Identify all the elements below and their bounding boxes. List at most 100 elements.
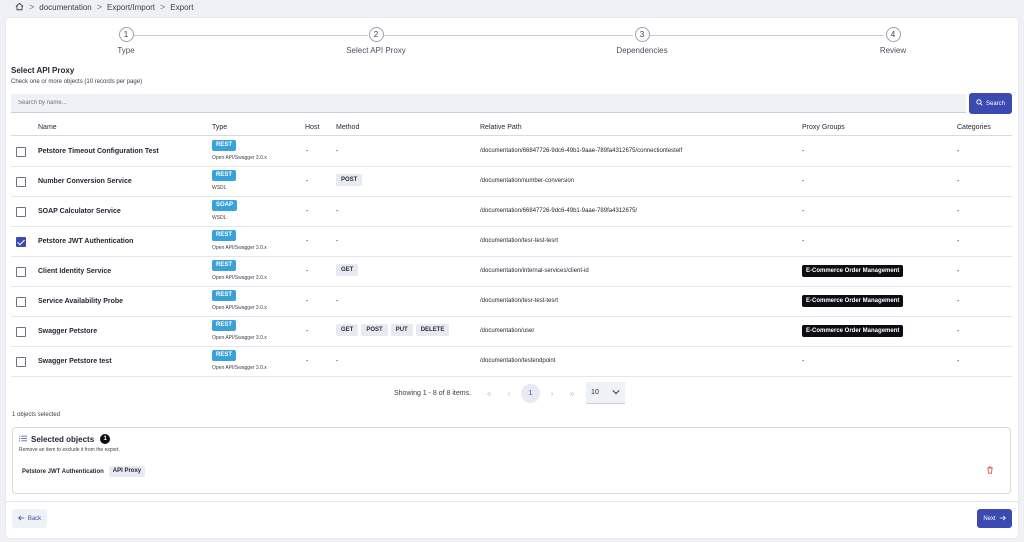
proxy-group-empty: - — [802, 148, 805, 155]
host-value: - — [306, 238, 309, 245]
category-value: - — [957, 298, 960, 305]
type-subtitle: Open API/Swagger 3.0.x — [212, 335, 267, 341]
step-label: Dependencies — [616, 46, 668, 55]
type-subtitle: Open API/Swagger 3.0.x — [212, 155, 267, 161]
method-badge: POST — [361, 324, 388, 336]
row-checkbox[interactable] — [16, 147, 26, 157]
step-review[interactable]: 4 Review — [833, 27, 953, 55]
type-subtitle: Open API/Swagger 3.0.x — [212, 275, 267, 281]
next-button[interactable]: Next — [977, 509, 1012, 528]
table-row[interactable]: Swagger Petstore test REST Open API/Swagge… — [11, 347, 1012, 377]
selected-object-item: Petstore JWT Authentication API Proxy — [22, 466, 146, 477]
proxy-group-badge: E-Commerce Order Management — [802, 265, 904, 277]
type-badge: REST — [212, 320, 237, 331]
type-badge: REST — [212, 350, 237, 361]
type-subtitle: Open API/Swagger 3.0.x — [212, 365, 267, 371]
table-row[interactable]: Swagger Petstore REST Open API/Swagger 3.0… — [11, 317, 1012, 347]
step-select-api-proxy[interactable]: 2 Select API Proxy — [316, 27, 436, 55]
method-empty: - — [336, 208, 339, 215]
category-value: - — [957, 328, 960, 335]
last-page-icon[interactable]: » — [562, 389, 582, 398]
back-button-label: Back — [27, 515, 42, 522]
proxy-group-empty: - — [802, 208, 805, 215]
home-icon[interactable] — [15, 2, 24, 13]
step-label: Select API Proxy — [346, 46, 406, 55]
section-subtitle: Check one or more objects (10 records pe… — [11, 79, 143, 85]
first-page-icon[interactable]: « — [479, 389, 499, 398]
category-value: - — [957, 148, 960, 155]
method-badge: POST — [336, 174, 363, 186]
type-badge: REST — [212, 140, 237, 151]
step-number: 3 — [634, 27, 650, 42]
step-dependencies[interactable]: 3 Dependencies — [582, 27, 702, 55]
step-number: 2 — [368, 27, 384, 42]
host-value: - — [306, 178, 309, 185]
row-checkbox[interactable] — [16, 207, 26, 217]
selected-objects-header: Selected objects 1 — [19, 434, 111, 444]
proxy-group-badge: E-Commerce Order Management — [802, 325, 904, 337]
column-header-categories[interactable]: Categories — [957, 124, 991, 131]
type-subtitle: WSDL — [212, 185, 227, 191]
api-proxy-name: Service Availability Probe — [38, 298, 124, 305]
method-badge: PUT — [390, 324, 413, 336]
chevron-down-icon — [612, 389, 620, 397]
host-value: - — [306, 298, 309, 305]
search-button-label: Search — [985, 100, 1005, 107]
host-value: - — [306, 328, 309, 335]
host-value: - — [306, 358, 309, 365]
column-header-proxy-groups[interactable]: Proxy Groups — [802, 124, 845, 131]
breadcrumb-item-export-import[interactable]: Export/Import — [107, 3, 155, 12]
proxy-group-empty: - — [802, 358, 805, 365]
relative-path: /documentation/internal-services/client-… — [480, 268, 589, 274]
column-header-method[interactable]: Method — [336, 124, 359, 131]
method-empty: - — [336, 238, 339, 245]
row-checkbox[interactable] — [16, 267, 26, 277]
table-row[interactable]: Petstore JWT Authentication REST Open API/… — [11, 227, 1012, 257]
column-header-type[interactable]: Type — [212, 124, 227, 131]
proxy-group-empty: - — [802, 238, 805, 245]
step-number: 4 — [885, 27, 901, 42]
row-checkbox[interactable] — [16, 357, 26, 367]
arrow-right-icon — [999, 515, 1006, 523]
previous-page-icon[interactable]: ‹ — [499, 389, 519, 398]
column-header-relative-path[interactable]: Relative Path — [480, 124, 522, 131]
breadcrumb-separator: > — [160, 2, 166, 12]
page-size-select[interactable]: 10 — [586, 382, 626, 404]
table-row[interactable]: Petstore Timeout Configuration Test REST O… — [11, 137, 1012, 167]
table-row[interactable]: Service Availability Probe REST Open API/S… — [11, 287, 1012, 317]
row-checkbox[interactable] — [16, 327, 26, 337]
api-proxy-name: Number Conversion Service — [38, 178, 132, 185]
trash-icon[interactable] — [986, 466, 994, 476]
method-empty: - — [336, 298, 339, 305]
search-button[interactable]: Search — [969, 93, 1012, 114]
step-label: Review — [879, 46, 907, 55]
row-checkbox[interactable] — [16, 237, 26, 247]
proxy-group-empty: - — [802, 178, 805, 185]
proxy-group-badge: E-Commerce Order Management — [802, 295, 904, 307]
table-row[interactable]: SOAP Calculator Service SOAP WSDL - - /docume… — [11, 197, 1012, 227]
selected-object-type-tag: API Proxy — [108, 466, 146, 477]
type-badge: REST — [212, 170, 237, 181]
back-button[interactable]: Back — [12, 509, 47, 528]
step-type[interactable]: 1 Type — [66, 27, 186, 55]
host-value: - — [306, 208, 309, 215]
breadcrumb-item-documentation[interactable]: documentation — [39, 3, 91, 12]
column-header-host[interactable]: Host — [305, 124, 319, 131]
breadcrumb: > documentation > Export/Import > Export — [15, 2, 193, 12]
page-number-button[interactable]: 1 — [521, 383, 541, 403]
next-page-icon[interactable]: › — [542, 389, 562, 398]
row-checkbox[interactable] — [16, 297, 26, 307]
table-row[interactable]: Client Identity Service REST Open API/Swag… — [11, 257, 1012, 287]
type-badge: REST — [212, 290, 237, 301]
api-proxy-name: Swagger Petstore — [38, 328, 98, 335]
search-input[interactable] — [11, 94, 966, 113]
column-header-name[interactable]: Name — [38, 124, 57, 131]
pagination-info: Showing 1 - 8 of 8 items. — [394, 389, 472, 397]
row-checkbox[interactable] — [16, 177, 26, 187]
method-badge: DELETE — [415, 324, 450, 336]
type-subtitle: WSDL — [212, 215, 227, 221]
step-number: 1 — [118, 27, 134, 42]
table-row[interactable]: Number Conversion Service REST WSDL - POST/d… — [11, 167, 1012, 197]
relative-path: /documentation/66847726-9dc6-49b1-9aae-7… — [480, 148, 683, 154]
host-value: - — [306, 148, 309, 155]
